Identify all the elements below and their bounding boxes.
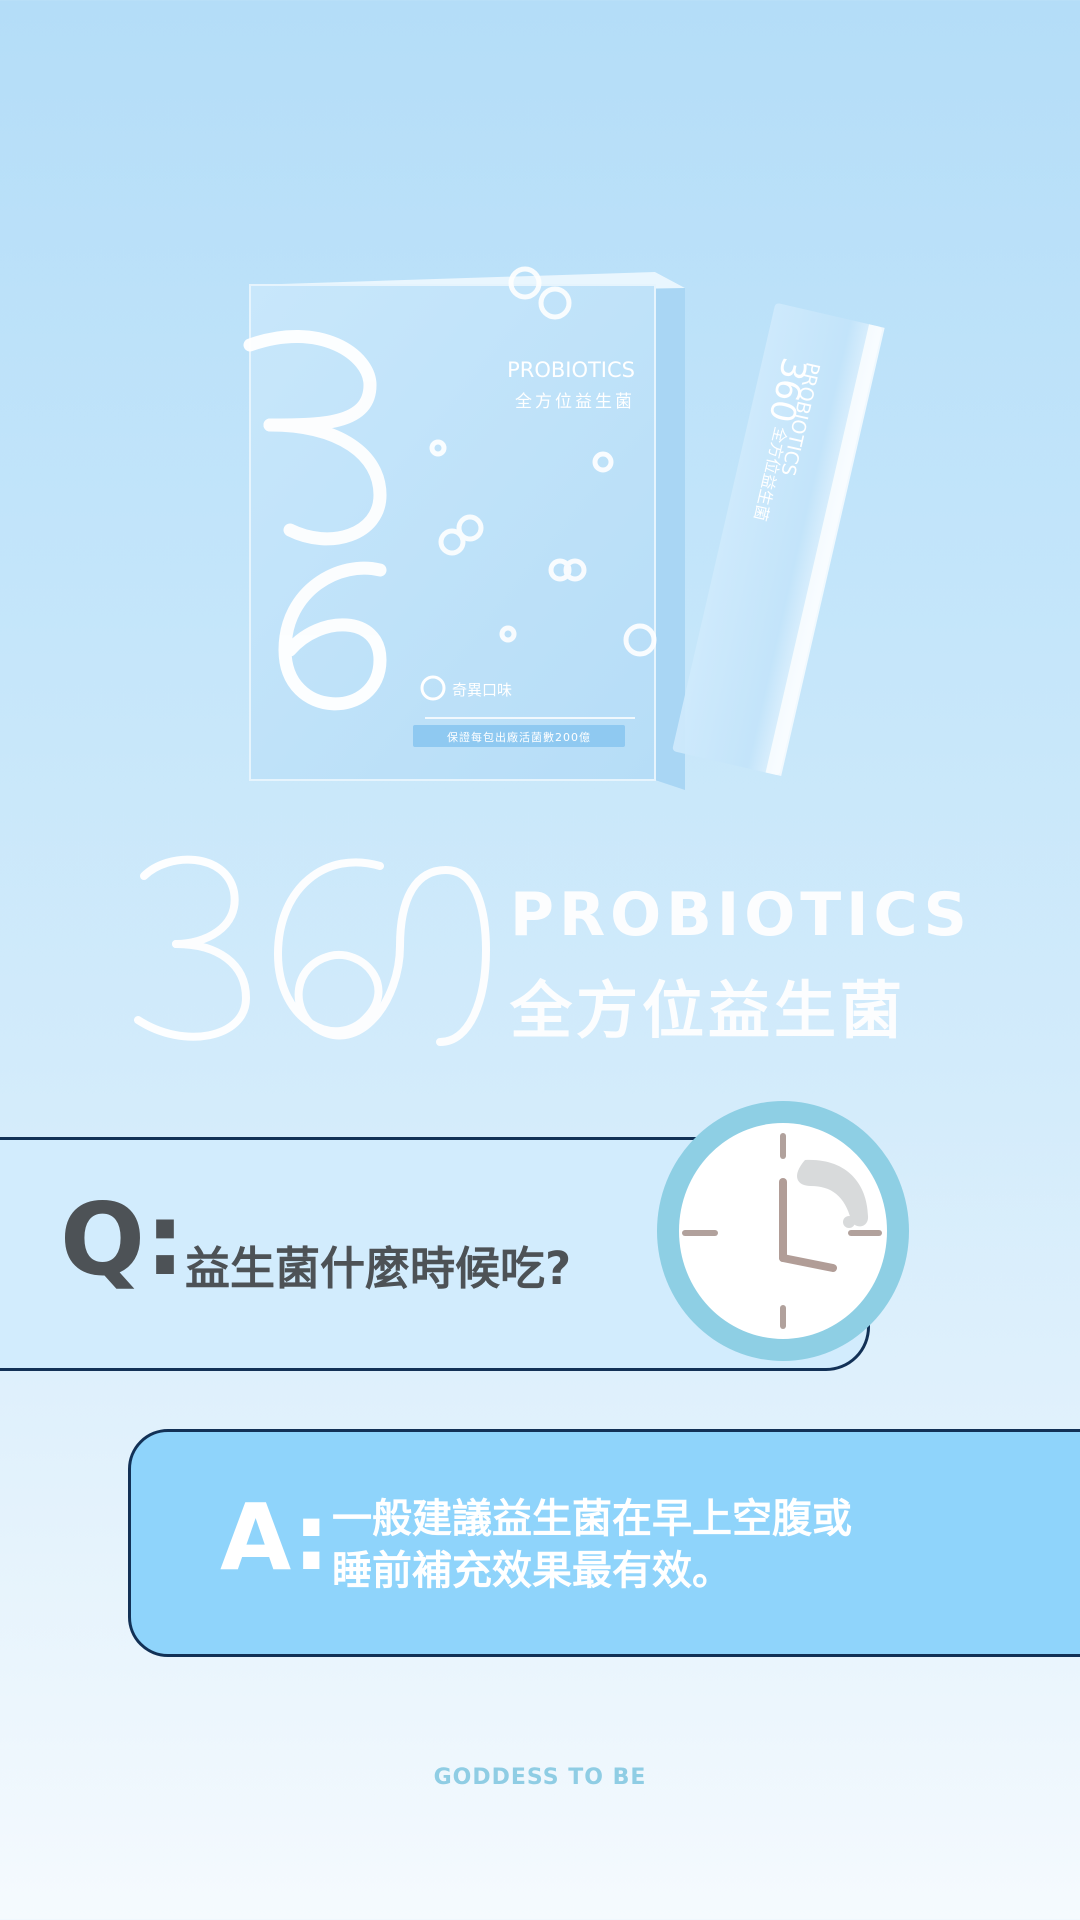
box-brand: PROBIOTICS (507, 358, 635, 382)
box-product-name: 全方位益生菌 (515, 392, 635, 412)
answer-line-2: 睡前補充效果最有效。 (332, 1548, 732, 1594)
question-letter: Q: (60, 1181, 185, 1298)
clock-icon (657, 1101, 909, 1361)
product-image: PROBIOTICS 全方位益生菌 奇異口味 保證每包出廠活菌數200億 360… (243, 266, 885, 790)
sachet: 360 全方位益生菌 PROBIOTICS (672, 303, 885, 777)
footer-brand: GODDESS TO BE (433, 1765, 647, 1790)
hero-360-logo (134, 855, 490, 1046)
question-text: 益生菌什麼時候吃? (185, 1242, 572, 1295)
hero-product-name: 全方位益生菌 (510, 974, 907, 1047)
box-side (655, 272, 685, 790)
page: { "product": { "box_number": "360", "box… (0, 0, 1080, 1920)
answer-letter: A: (220, 1484, 330, 1591)
answer-text: 一般建議益生菌在早上空腹或 睡前補充效果最有效。 (332, 1493, 892, 1597)
answer-line-1: 一般建議益生菌在早上空腹或 (332, 1496, 852, 1542)
box-flavor: 奇異口味 (452, 681, 512, 699)
hero-brand: PROBIOTICS (510, 880, 972, 950)
box-claim: 保證每包出廠活菌數200億 (447, 730, 591, 744)
